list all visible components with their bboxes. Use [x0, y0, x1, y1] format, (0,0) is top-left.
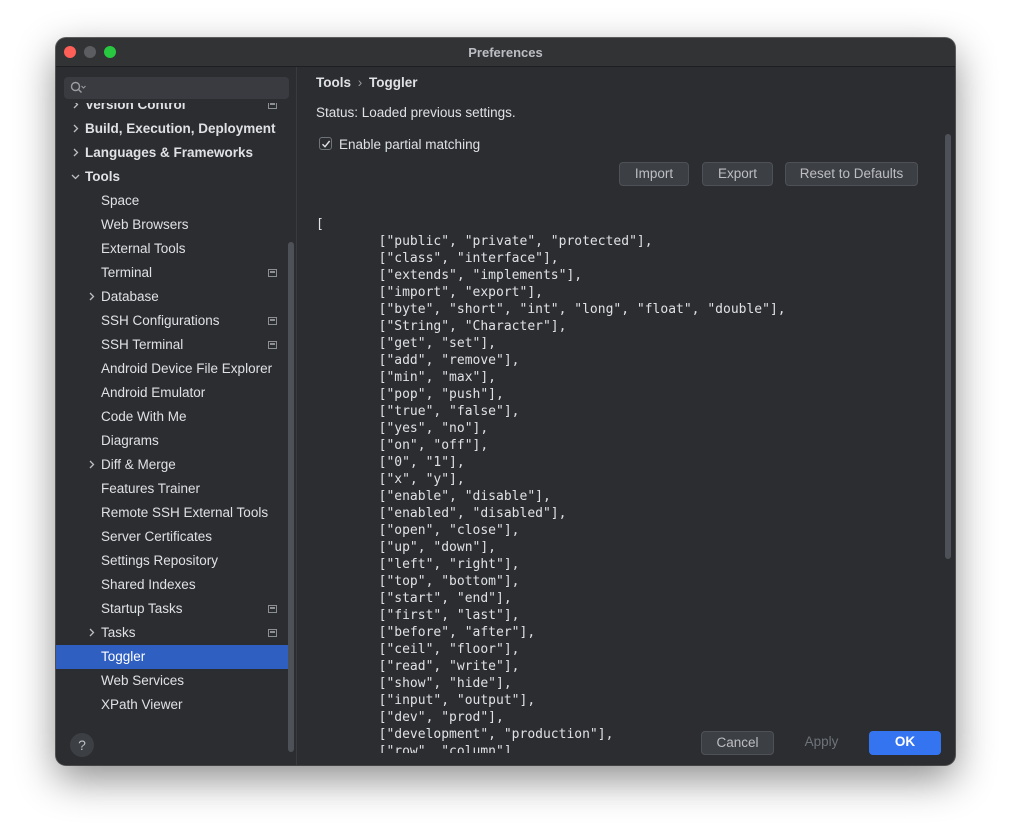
sidebar-item-web-browsers[interactable]: Web Browsers	[56, 213, 288, 237]
export-button[interactable]: Export	[702, 162, 773, 186]
project-level-icon	[268, 269, 277, 277]
sidebar-item-remote-ssh-external-tools[interactable]: Remote SSH External Tools	[56, 501, 288, 525]
chevron-right-icon[interactable]	[69, 117, 81, 141]
settings-sidebar: Version Control Build, Execution, Deploym…	[56, 67, 297, 765]
sidebar-item-android-device-file-explorer[interactable]: Android Device File Explorer	[56, 357, 288, 381]
breadcrumb-current: Toggler	[369, 75, 418, 90]
chevron-right-icon[interactable]	[85, 285, 97, 309]
project-level-icon	[268, 341, 277, 349]
sidebar-item-diagrams[interactable]: Diagrams	[56, 429, 288, 453]
settings-search-input[interactable]	[64, 77, 289, 99]
breadcrumb-parent[interactable]: Tools	[316, 75, 351, 90]
reset-to-defaults-button[interactable]: Reset to Defaults	[785, 162, 918, 186]
sidebar-item-android-emulator[interactable]: Android Emulator	[56, 381, 288, 405]
sidebar-item-web-services[interactable]: Web Services	[56, 669, 288, 693]
sidebar-item-label: Toggler	[101, 649, 146, 664]
sidebar-item-shared-indexes[interactable]: Shared Indexes	[56, 573, 288, 597]
chevron-right-icon[interactable]	[69, 103, 81, 117]
sidebar-item-label: Space	[101, 193, 140, 208]
sidebar-item-label: SSH Terminal	[101, 337, 184, 352]
settings-tree[interactable]: Version Control Build, Execution, Deploym…	[56, 103, 288, 753]
sidebar-item-xpath-viewer[interactable]: XPath Viewer	[56, 693, 288, 717]
project-level-icon	[268, 605, 277, 613]
search-icon[interactable]	[70, 81, 86, 95]
apply-button[interactable]: Apply	[782, 731, 861, 755]
sidebar-item-startup-tasks[interactable]: Startup Tasks	[56, 597, 288, 621]
window-title: Preferences	[468, 45, 543, 60]
title-bar[interactable]: Preferences	[56, 38, 955, 67]
toggles-editor[interactable]: [ ["public", "private", "protected"], ["…	[316, 216, 936, 753]
sidebar-item-settings-repository[interactable]: Settings Repository	[56, 549, 288, 573]
cancel-button[interactable]: Cancel	[701, 731, 774, 755]
preferences-window: Preferences Version Control Build, Execut…	[56, 38, 955, 765]
breadcrumb-separator: ›	[357, 75, 363, 90]
help-button[interactable]: ?	[70, 733, 94, 757]
sidebar-item-label: Android Device File Explorer	[101, 361, 273, 376]
sidebar-item-label: Diff & Merge	[101, 457, 176, 472]
sidebar-item-label: Web Services	[101, 673, 185, 688]
sidebar-item-space[interactable]: Space	[56, 189, 288, 213]
sidebar-item-tasks[interactable]: Tasks	[56, 621, 288, 645]
sidebar-item-label: XPath Viewer	[101, 697, 183, 712]
sidebar-item-label: Version Control	[85, 103, 186, 112]
status-text: Status: Loaded previous settings.	[316, 105, 516, 120]
sidebar-item-version-control[interactable]: Version Control	[56, 103, 288, 117]
partial-matching-label[interactable]: Enable partial matching	[339, 137, 480, 152]
sidebar-item-label: Code With Me	[101, 409, 187, 424]
sidebar-item-code-with-me[interactable]: Code With Me	[56, 405, 288, 429]
sidebar-item-label: Languages & Frameworks	[85, 145, 254, 160]
sidebar-item-label: Android Emulator	[101, 385, 206, 400]
chevron-right-icon[interactable]	[69, 141, 81, 165]
sidebar-item-external-tools[interactable]: External Tools	[56, 237, 288, 261]
ok-button[interactable]: OK	[869, 731, 941, 755]
sidebar-item-label: Tools	[85, 169, 120, 184]
project-level-icon	[268, 629, 277, 637]
sidebar-item-label: Remote SSH External Tools	[101, 505, 269, 520]
sidebar-item-label: Shared Indexes	[101, 577, 196, 592]
sidebar-item-label: Diagrams	[101, 433, 159, 448]
sidebar-item-build-execution-deployment[interactable]: Build, Execution, Deployment	[56, 117, 288, 141]
project-level-icon	[268, 317, 277, 325]
sidebar-item-terminal[interactable]: Terminal	[56, 261, 288, 285]
sidebar-item-label: External Tools	[101, 241, 186, 256]
sidebar-item-label: Terminal	[101, 265, 153, 280]
partial-matching-checkbox[interactable]	[319, 137, 332, 150]
sidebar-item-label: Server Certificates	[101, 529, 213, 544]
sidebar-item-label: Tasks	[101, 625, 136, 640]
toggles-json-text[interactable]: [ ["public", "private", "protected"], ["…	[316, 216, 936, 753]
sidebar-item-tools[interactable]: Tools	[56, 165, 288, 189]
checkmark-icon	[322, 140, 331, 148]
chevron-right-icon[interactable]	[85, 621, 97, 645]
chevron-right-icon[interactable]	[85, 453, 97, 477]
sidebar-item-languages-frameworks[interactable]: Languages & Frameworks	[56, 141, 288, 165]
sidebar-item-label: Features Trainer	[101, 481, 201, 496]
settings-tree-items: Version Control Build, Execution, Deploym…	[56, 103, 288, 717]
sidebar-item-ssh-configurations[interactable]: SSH Configurations	[56, 309, 288, 333]
breadcrumb: Tools › Toggler	[316, 75, 418, 90]
sidebar-item-label: Build, Execution, Deployment	[85, 121, 276, 136]
sidebar-scrollbar[interactable]	[288, 242, 294, 752]
chevron-down-icon[interactable]	[69, 165, 81, 189]
sidebar-item-ssh-terminal[interactable]: SSH Terminal	[56, 333, 288, 357]
settings-content: Tools › Toggler Status: Loaded previous se…	[297, 67, 955, 765]
sidebar-item-label: Settings Repository	[101, 553, 219, 568]
sidebar-item-label: Startup Tasks	[101, 601, 183, 616]
sidebar-item-server-certificates[interactable]: Server Certificates	[56, 525, 288, 549]
sidebar-item-database[interactable]: Database	[56, 285, 288, 309]
sidebar-item-features-trainer[interactable]: Features Trainer	[56, 477, 288, 501]
sidebar-item-label: SSH Configurations	[101, 313, 220, 328]
import-button[interactable]: Import	[619, 162, 689, 186]
editor-scrollbar[interactable]	[945, 134, 951, 559]
sidebar-item-toggler[interactable]: Toggler	[56, 645, 288, 669]
sidebar-item-label: Web Browsers	[101, 217, 189, 232]
project-level-icon	[268, 103, 277, 109]
sidebar-item-label: Database	[101, 289, 159, 304]
sidebar-item-diff-merge[interactable]: Diff & Merge	[56, 453, 288, 477]
